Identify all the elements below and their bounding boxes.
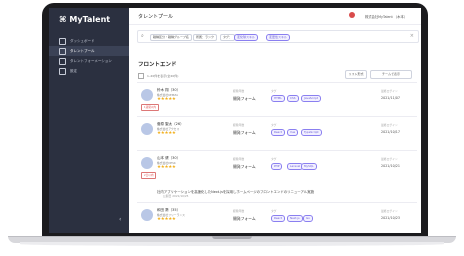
main-content: タレントプール 株式会社MyTalent （木本） ⌕ 職種区分・職種グループ名… [129, 8, 421, 233]
skill-tag: JavaScript [301, 95, 322, 102]
checkbox-icon [138, 73, 144, 79]
skill-form: 開発フォーム [233, 164, 256, 169]
sidebar-item-dashboard[interactable]: ダッシュボード [49, 36, 129, 46]
rating-stars: ★★★★★ [157, 217, 176, 222]
page-title: タレントプール [138, 14, 174, 20]
skill-tag: React [271, 215, 285, 222]
last-login-date: 2021/10/23 [381, 216, 401, 220]
rating-stars: ★★★★★ [157, 165, 176, 170]
skill-form: 開発フォーム [233, 96, 256, 101]
logo-mark-icon: ⌘ [59, 15, 67, 24]
skill-form: 開発フォーム [233, 130, 256, 135]
sidebar-nav: ダッシュボード タレントプール タレントフォーメーション 設定 [49, 36, 129, 76]
sidebar-item-label: タレントプール [70, 49, 95, 53]
sidebar-item-settings[interactable]: 設定 [49, 66, 129, 76]
tag-chip[interactable]: 変更性スキル [266, 33, 291, 41]
candidate-card[interactable]: 和田 葵（35） 株式会社フリーランス ★★★★★ 経験年数 タグ 最終ログイン… [137, 202, 417, 233]
team-view-button[interactable]: チームで表示 [370, 70, 412, 79]
sidebar: ⌘ MyTalent ダッシュボード タレントプール タレントフォーメーション 設… [49, 8, 129, 233]
candidate-card[interactable]: 鈴木 翔（30） 株式会社KEMZA ★★★★★ 1週間以内 経験年数 タグ 最… [137, 82, 417, 115]
project-note-date: 公開日 2021/10/25 [163, 194, 189, 198]
list-view-button[interactable]: リスト形式 [345, 70, 367, 79]
avatar [141, 89, 153, 101]
people-icon [59, 47, 66, 55]
sidebar-item-label: タレントフォーメーション [70, 59, 112, 63]
rating-stars: ★★★★★ [157, 131, 176, 136]
column-header: タグ [271, 209, 277, 213]
sidebar-item-label: ダッシュボード [70, 39, 95, 43]
avatar [141, 123, 153, 135]
grid-icon [59, 37, 66, 45]
column-header: 最終ログイン [381, 209, 398, 213]
app-name: MyTalent [69, 15, 111, 24]
tag-chip[interactable]: 変化球スキル [234, 33, 259, 41]
candidate-card[interactable]: 菅原 聖太（26） 株式会社アクセス ★★★★★ 経験年数 タグ 最終ログイン … [137, 116, 417, 149]
rating-stars: ★★★★★ [157, 97, 176, 102]
sidebar-item-label: 設定 [70, 69, 77, 73]
avatar [141, 209, 153, 221]
search-icon: ⌕ [141, 33, 144, 39]
gear-icon [59, 67, 66, 75]
laptop-shadow [20, 242, 444, 246]
filter-chip[interactable]: 職種区分・職種グループ名 [150, 33, 192, 41]
collapse-sidebar-button[interactable]: ‹ [119, 216, 121, 223]
skill-tag: PHP [271, 163, 283, 170]
column-header: 最終ログイン [381, 157, 398, 161]
column-header: タグ [271, 123, 277, 127]
network-icon [59, 57, 66, 65]
select-all-checkbox[interactable]: 1–20件を表示(全20件) [138, 73, 178, 79]
sidebar-item-talent-pool[interactable]: タレントプール [49, 46, 129, 56]
last-login-date: 2021/10/17 [381, 130, 401, 134]
candidate-card[interactable]: 山本 健（30） 株式会社DESK ★★★★★ 2日以内 経験年数 タグ 最終ロ… [137, 150, 417, 201]
search-bar[interactable]: ⌕ 職種区分・職種グループ名 所属：ランク タグ： 変化球スキル 変更性スキル … [137, 30, 419, 43]
skill-tag: TypeScript [301, 129, 322, 136]
column-header: 経験年数 [233, 157, 245, 161]
topbar: タレントプール 株式会社MyTalent （木本） [129, 8, 421, 25]
user-menu[interactable]: 株式会社MyTalent （木本） [365, 14, 407, 19]
column-header: タグ [271, 157, 277, 161]
notification-bell-icon[interactable] [349, 12, 355, 18]
app-logo[interactable]: ⌘ MyTalent [59, 15, 110, 24]
laptop-notch [212, 236, 252, 239]
column-header: 最終ログイン [381, 89, 398, 93]
result-count: 1–20件を表示(全20件) [147, 74, 179, 78]
last-login-date: 2021/10/21 [381, 164, 401, 168]
column-header: 経験年数 [233, 123, 245, 127]
skill-form: 開発フォーム [233, 216, 256, 221]
skill-tag: Next.js [287, 215, 303, 222]
skill-tag: MySQL [301, 163, 317, 170]
column-header: 経験年数 [233, 89, 245, 93]
skill-tag: Go [303, 215, 313, 222]
clear-search-icon[interactable]: × [410, 33, 414, 39]
skill-tag: Vue [287, 129, 299, 136]
sidebar-item-formation[interactable]: タレントフォーメーション [49, 56, 129, 66]
skill-tag: React [271, 129, 285, 136]
column-header: 経験年数 [233, 209, 245, 213]
column-header: タグ [271, 89, 277, 93]
filter-chip[interactable]: 所属：ランク [193, 33, 218, 41]
column-header: 最終ログイン [381, 123, 398, 127]
status-badge: 2日以内 [141, 172, 157, 179]
skill-tag: CSS [287, 95, 299, 102]
section-title: フロントエンド [138, 62, 177, 68]
avatar [141, 157, 153, 169]
skill-tag: HTML [271, 95, 285, 102]
last-login-date: 2021/11/07 [381, 96, 401, 100]
status-badge: 1週間以内 [141, 104, 160, 111]
app-screen: ⌘ MyTalent ダッシュボード タレントプール タレントフォーメーション 設… [49, 8, 421, 233]
filter-chip[interactable]: タグ： [220, 33, 236, 41]
